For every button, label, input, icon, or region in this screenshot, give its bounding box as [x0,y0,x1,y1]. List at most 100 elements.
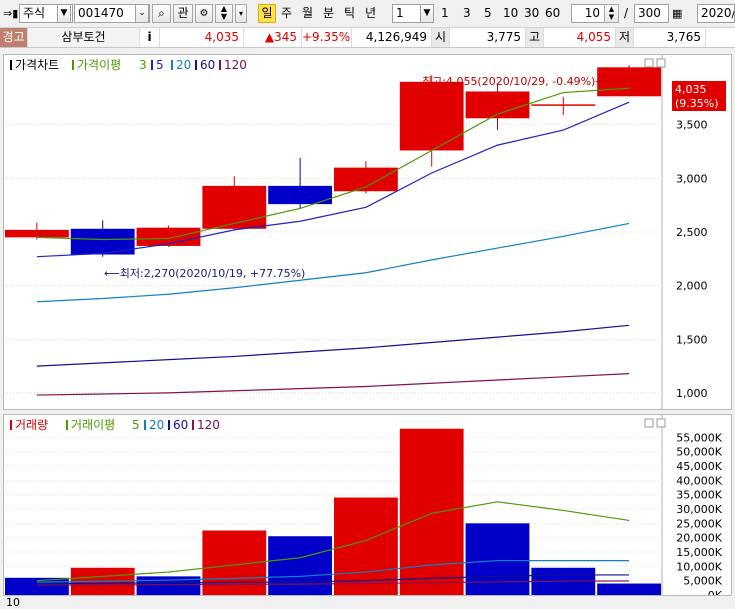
vol-tick-label: 40,000K [676,474,722,487]
vol-tick-label: 45,000K [676,460,722,473]
legend-ma5-marker [151,60,153,70]
footer-label: 10 [6,596,20,609]
open-value: 3,775 [450,28,526,47]
search-icon[interactable]: ⌕ [152,4,171,23]
more-icon[interactable]: ▾ [235,4,247,23]
low-annotation: ⟵최저:2,270(2020/10/19, +77.75%) [104,267,305,280]
volume-bar [597,583,661,595]
quick-3-button[interactable]: 3 [463,4,471,23]
legend-vol-ma60-marker [168,420,170,430]
quick-10-button[interactable]: 10 [503,4,518,23]
price-chart-svg: 3,500 3,000 2,500 2,000 1,500 1,000 가격차트 가격이평… [4,55,726,409]
max-input[interactable]: 300 [634,4,669,23]
legend-vol-ma-label: 거래이평 [71,418,115,432]
price-chart-pane[interactable]: 3,500 3,000 2,500 2,000 1,500 1,000 가격차트 가격이평… [3,54,732,410]
vol-tick-label: 0K [708,589,723,595]
price-y-axis: 3,500 3,000 2,500 2,000 1,500 1,000 [676,119,708,400]
legend-vol-ma-marker [66,420,68,430]
legend-vol-ma20: 20 [149,418,164,432]
period-month-button[interactable]: 월 [302,4,313,23]
low-label: 저 [616,28,634,47]
legend-vol-ma120-marker [192,420,194,430]
toolbar: ⇒▮ 주식 ▼ 001470 ⌄ ⌕ 관 ⚙ ▲ ▼ ▾ 일 주 월 분 틱 년 … [0,0,735,28]
high-value: 4,055 [544,28,616,47]
legend-marker [10,60,12,70]
info-row: 경고 삼부토건 i 4,035 ▲345 +9.35% 4,126,949 시 … [0,28,735,48]
count-input-value: 10 [584,6,600,20]
open-label: 시 [432,28,450,47]
candle-body [202,185,267,229]
quick-30-button[interactable]: 30 [524,4,539,23]
vol-pane-maximize-icon[interactable] [656,418,666,428]
info-button[interactable]: i [140,28,160,47]
gwan-button[interactable]: 관 [173,4,193,23]
vol-tick-label: 20,000K [676,532,722,545]
candle-body [531,104,596,106]
count-slash: / [624,6,629,20]
date-input[interactable]: 2020/1 [697,4,735,23]
date-input-value: 2020/1 [701,6,734,20]
vol-tick-label: 25,000K [676,517,722,530]
link-arrow-icon[interactable]: ⇒▮ [3,4,18,23]
price-tick-label: 1,000 [676,387,708,400]
code-dropdown-icon[interactable]: ⌄ [135,4,149,23]
vol-tick-label: 55,000K [676,431,722,444]
ma3-line [36,87,630,241]
vol-tick-label: 35,000K [676,489,722,502]
price-tick-label: 3,000 [676,172,708,185]
legend-ma60: 60 [200,58,215,72]
period-year-button[interactable]: 년 [365,4,376,23]
pane-minimize-icon[interactable] [644,58,654,68]
legend-vol-ma5: 5 [132,418,140,432]
vol-tick-label: 50,000K [676,446,722,459]
volume-bars [5,428,661,595]
legend-ma20-marker [171,60,173,70]
candle-body [399,81,464,151]
candle-body [334,167,398,192]
legend-vol-label: 거래량 [15,418,48,432]
volume-chart-pane[interactable]: 55,000K 50,000K 45,000K 40,000K 35,000K 30,00… [3,414,732,602]
current-price: 4,035 [160,28,244,47]
low-value: 3,765 [634,28,706,47]
max-input-value: 300 [638,6,661,20]
vol-tick-label: 10,000K [676,560,722,573]
volume-bar [268,536,332,595]
volume-value: 4,126,949 [352,28,432,47]
legend-ma120: 120 [224,58,247,72]
price-change-pct: +9.35% [302,28,352,47]
unit-dropdown-icon[interactable]: ▼ [420,4,434,23]
volume-chart-svg: 55,000K50,000K45,000K40,000K35,000K30,00… [4,415,723,602]
volume-y-axis: 55,000K 50,000K45,000K40,000K 35,000K30,00… [676,431,723,602]
legend-vol-marker [10,420,12,430]
last-pct-label: (9.35%) [675,97,719,110]
unit-select-value: 1 [396,6,404,20]
legend-vol-ma120: 120 [197,418,220,432]
market-dropdown-icon[interactable]: ▼ [57,4,71,23]
high-annotation: 최고:4,055(2020/10/29, -0.49%)⟶ [422,75,611,88]
vol-pane-minimize-icon[interactable] [644,418,654,428]
period-tick-button[interactable]: 틱 [344,4,355,23]
legend-ma-marker [72,60,74,70]
price-tick-label: 2,500 [676,226,708,239]
candle-body [5,229,69,238]
updown-spin-icon[interactable]: ▲ ▼ [215,4,233,23]
legend-vol-ma60: 60 [173,418,188,432]
settings-icon[interactable]: ⚙ [195,4,213,23]
ma120-line [36,373,630,396]
price-candles [5,65,661,257]
legend-ma5: 5 [156,58,164,72]
vol-tick-label: 15,000K [676,546,722,559]
period-minute-button[interactable]: 분 [323,4,334,23]
period-day-button[interactable]: 일 [258,4,276,23]
pane-maximize-icon[interactable] [656,58,666,68]
calendar-icon[interactable]: ▦ [672,4,682,23]
count-spin-icon[interactable]: ▲ ▼ [604,4,619,23]
quick-60-button[interactable]: 60 [545,4,560,23]
period-week-button[interactable]: 주 [281,4,292,23]
price-tick-label: 3,500 [676,119,708,132]
quick-5-button[interactable]: 5 [484,4,492,23]
legend-ma20: 20 [176,58,191,72]
code-input-value: 001470 [78,6,124,20]
high-label: 고 [526,28,544,47]
quick-1-button[interactable]: 1 [441,4,449,23]
